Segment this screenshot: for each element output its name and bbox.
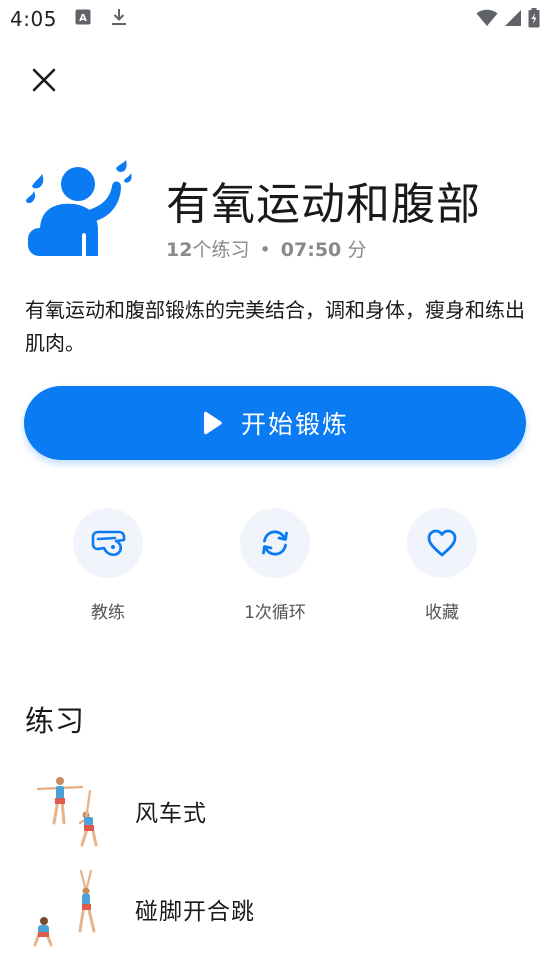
exercise-item[interactable]: 风车式 (0, 766, 550, 856)
heart-icon (427, 529, 457, 557)
close-icon (32, 68, 56, 92)
workout-meta: 12个练习 • 07:50 分 (166, 235, 366, 262)
whistle-icon (91, 530, 126, 557)
favorite-button[interactable]: 收藏 (377, 508, 507, 623)
battery-icon (528, 8, 540, 32)
rounds-button[interactable]: 1次循环 (210, 508, 340, 623)
start-workout-label: 开始锻炼 (240, 410, 349, 439)
exercise-name: 碰脚开合跳 (135, 899, 255, 925)
exercise-item[interactable]: 碰脚开合跳 (0, 864, 550, 954)
toe-touch-jumping-jack-thumbnail (33, 869, 96, 947)
exercise-count: 12 (166, 239, 193, 261)
action-row: 教练 1次循环 收藏 (0, 508, 550, 628)
play-icon (203, 411, 222, 435)
coach-button[interactable]: 教练 (43, 508, 173, 623)
close-button[interactable] (22, 58, 66, 102)
status-time: 4:05 (10, 7, 57, 31)
meta-separator: • (259, 239, 271, 261)
repeat-icon (262, 530, 288, 556)
rounds-label: 1次循环 (244, 603, 306, 623)
exercise-count-unit: 个练习 (192, 239, 250, 261)
start-workout-button[interactable]: 开始锻炼 (24, 386, 526, 460)
workout-duration: 07:50 (280, 239, 342, 261)
a-notification-icon: A (75, 9, 91, 29)
svg-text:A: A (79, 13, 87, 24)
coach-label: 教练 (91, 603, 125, 623)
workout-title: 有氧运动和腹部 (166, 179, 481, 230)
wifi-icon (476, 9, 498, 31)
status-bar: 4:05 A (0, 0, 550, 38)
signal-icon (504, 9, 522, 31)
sweating-person-icon (24, 160, 134, 260)
exercise-name: 风车式 (135, 801, 207, 827)
favorite-label: 收藏 (425, 603, 459, 623)
exercises-section-title: 练习 (25, 704, 86, 738)
workout-duration-unit: 分 (347, 239, 367, 261)
workout-description: 有氧运动和腹部锻炼的完美结合，调和身体，瘦身和练出肌肉。 (25, 298, 525, 355)
download-icon (111, 8, 127, 30)
windmill-exercise-thumbnail (36, 777, 98, 847)
